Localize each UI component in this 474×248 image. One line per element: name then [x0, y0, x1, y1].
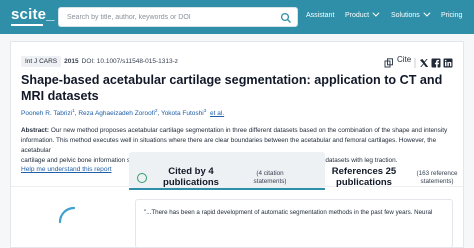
nav-product[interactable]: Product — [345, 9, 380, 19]
citation-snippet-text: "...There has been a rapid development o… — [144, 209, 433, 216]
chevron-down-icon — [423, 9, 431, 17]
citation-statements-line: (4 citation — [256, 170, 284, 177]
nav-product-label: Product — [345, 12, 370, 19]
linkedin-icon[interactable] — [443, 55, 453, 68]
citation-snippet: "...There has been a rapid development o… — [135, 199, 453, 248]
scite-logo[interactable]: scite_ — [11, 6, 55, 23]
author-link[interactable]: Yokota Futoshi3 — [160, 108, 207, 118]
cite-link[interactable]: Cite — [397, 55, 411, 64]
top-navigation-bar: scite_ Assistant Product Solutions Prici… — [0, 0, 474, 34]
quote-icon — [137, 173, 147, 183]
search-icon[interactable] — [280, 11, 292, 23]
nav-solutions[interactable]: Solutions — [391, 9, 431, 19]
cited-by-unit: publications — [163, 177, 219, 188]
references-count[interactable]: References 25 publications — [330, 166, 398, 188]
doi-text[interactable]: DOI: 10.1007/s11548-015-1313-z — [82, 58, 178, 65]
references-label: References 25 — [331, 166, 397, 177]
et-al-link[interactable]: et al. — [210, 110, 224, 117]
facebook-icon[interactable] — [431, 55, 441, 68]
author-name: Pooneh R. Tabrizi — [21, 110, 73, 118]
twitter-icon[interactable] — [419, 55, 429, 67]
chevron-down-icon — [372, 9, 380, 17]
abstract-label: Abstract: — [21, 127, 50, 134]
publication-year: 2015 — [64, 58, 79, 65]
citation-statements-line: statements) — [253, 178, 287, 185]
abstract-line: Abstract: Our new method proposes acetab… — [21, 126, 453, 136]
article-meta: Int J CARS 2015 DOI: 10.1007/s11548-015-13… — [21, 56, 178, 67]
spinner-icon — [57, 205, 91, 239]
search-input[interactable] — [67, 10, 277, 24]
author-name: Reza Aghaeizadeh Zoroofi — [78, 110, 155, 118]
active-tab-indicator — [129, 188, 325, 190]
copy-icon[interactable] — [384, 55, 394, 68]
abstract-text: Our new method proposes acetabular carti… — [50, 127, 448, 134]
references-unit: publications — [336, 177, 392, 188]
search-box[interactable] — [58, 7, 298, 27]
reference-statements: (163 reference statements) — [404, 170, 470, 186]
citation-statements: (4 citation statements) — [236, 170, 304, 186]
cited-by-label: Cited by 4 — [168, 166, 214, 177]
reference-statements-line: (163 reference — [416, 170, 458, 177]
nav-assistant[interactable]: Assistant — [306, 12, 334, 19]
article-title: Shape-based acetabular cartilage segment… — [21, 73, 443, 103]
help-understand-link[interactable]: Help me understand this report — [21, 166, 112, 173]
logo-underline — [11, 24, 43, 26]
author-name: Yokota Futoshi — [160, 110, 204, 118]
nav-solutions-label: Solutions — [391, 12, 420, 19]
author-link[interactable]: Reza Aghaeizadeh Zoroofi2 — [78, 108, 157, 118]
reference-statements-line: statements) — [420, 178, 454, 185]
cited-by-count: Cited by 4 publications — [160, 166, 222, 188]
journal-badge[interactable]: Int J CARS — [21, 56, 62, 67]
author-link[interactable]: Pooneh R. Tabrizi1 — [21, 108, 75, 118]
author-list: Pooneh R. Tabrizi1, Reza Aghaeizadeh Zor… — [21, 108, 225, 118]
nav-pricing[interactable]: Pricing — [441, 12, 462, 19]
author-affiliation: 3 — [203, 108, 207, 113]
